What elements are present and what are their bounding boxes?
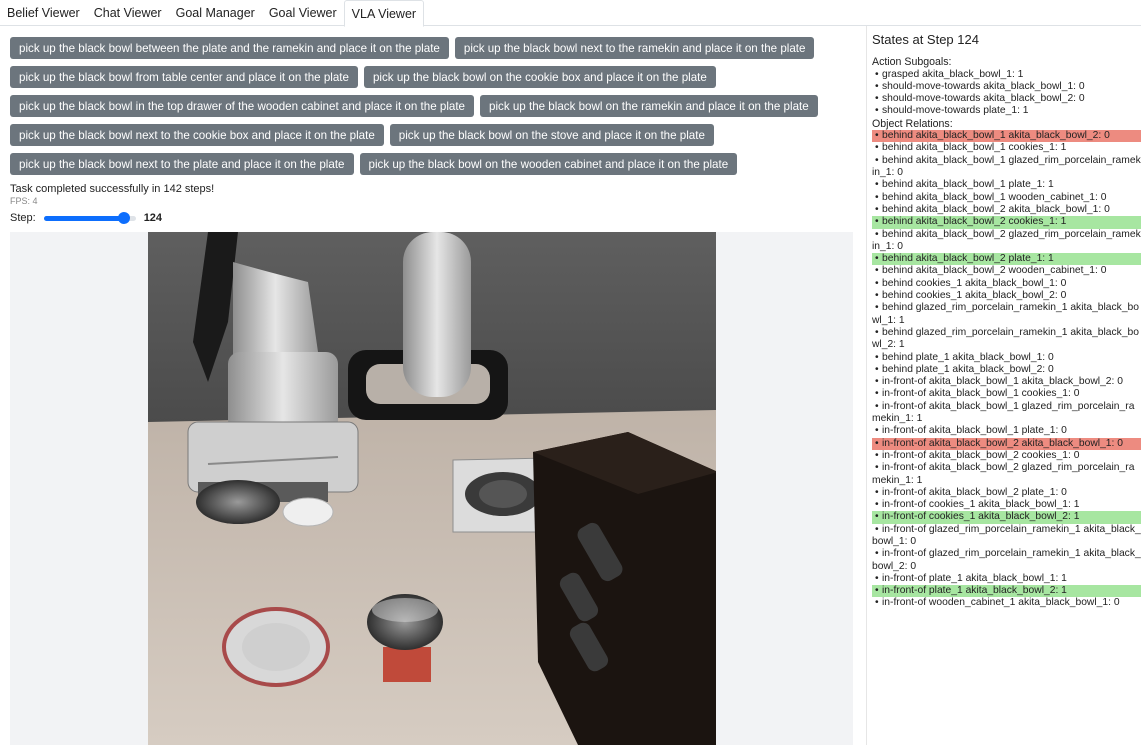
relation-item: behind akita_black_bowl_2 wooden_cabinet…: [872, 265, 1141, 278]
object-relations-title: Object Relations:: [872, 117, 953, 130]
task-button-grid: pick up the black bowl between the plate…: [10, 37, 850, 182]
relation-item: behind cookies_1 akita_black_bowl_2: 0: [872, 290, 1141, 303]
relation-item: behind akita_black_bowl_2 glazed_rim_por…: [872, 229, 1141, 254]
relation-item: in-front-of plate_1 akita_black_bowl_2: …: [872, 585, 1141, 598]
task-button[interactable]: pick up the black bowl on the cookie box…: [363, 66, 716, 88]
subgoal-item: should-move-towards plate_1: 1: [872, 105, 1141, 118]
relation-item: in-front-of akita_black_bowl_1 cookies_1…: [872, 388, 1141, 401]
relation-item: in-front-of akita_black_bowl_1 akita_bla…: [872, 376, 1141, 389]
tab-goal-viewer[interactable]: Goal Viewer: [262, 0, 344, 26]
state-panel: States at Step 124 Action Subgoals: gras…: [866, 26, 1141, 745]
relation-item: behind akita_black_bowl_2 cookies_1: 1: [872, 216, 1141, 229]
action-subgoals-list: grasped akita_black_bowl_1: 1should-move…: [872, 69, 1141, 118]
step-label: Step:: [10, 212, 36, 224]
tab-vla-viewer[interactable]: VLA Viewer: [343, 0, 425, 27]
relation-item: behind akita_black_bowl_1 plate_1: 1: [872, 179, 1141, 192]
relation-item: behind plate_1 akita_black_bowl_1: 0: [872, 352, 1141, 365]
relation-item: in-front-of akita_black_bowl_1 glazed_ri…: [872, 401, 1141, 426]
task-row: pick up the black bowl from table center…: [10, 66, 850, 88]
subgoal-item: grasped akita_black_bowl_1: 1: [872, 69, 1141, 82]
relation-item: behind akita_black_bowl_1 wooden_cabinet…: [872, 192, 1141, 205]
action-subgoals-title: Action Subgoals:: [872, 56, 952, 68]
relation-item: behind cookies_1 akita_black_bowl_1: 0: [872, 278, 1141, 291]
relation-item: in-front-of glazed_rim_porcelain_ramekin…: [872, 524, 1141, 549]
relation-item: behind akita_black_bowl_1 akita_black_bo…: [872, 130, 1141, 143]
relation-item: in-front-of akita_black_bowl_2 plate_1: …: [872, 487, 1141, 500]
relation-item: in-front-of wooden_cabinet_1 akita_black…: [872, 597, 1141, 610]
task-status: Task completed successfully in 142 steps…: [10, 183, 215, 195]
fps-readout: FPS: 4: [10, 196, 38, 206]
step-value: 124: [143, 212, 163, 224]
relation-item: behind glazed_rim_porcelain_ramekin_1 ak…: [872, 327, 1141, 352]
task-row: pick up the black bowl between the plate…: [10, 37, 850, 59]
relation-item: behind akita_black_bowl_2 akita_black_bo…: [872, 204, 1141, 217]
relation-item: in-front-of cookies_1 akita_black_bowl_1…: [872, 499, 1141, 512]
relation-item: behind plate_1 akita_black_bowl_2: 0: [872, 364, 1141, 377]
relation-item: in-front-of plate_1 akita_black_bowl_1: …: [872, 573, 1141, 586]
relation-item: in-front-of akita_black_bowl_1 plate_1: …: [872, 425, 1141, 438]
simulation-viewport: [10, 232, 853, 745]
tab-goal-manager[interactable]: Goal Manager: [169, 0, 262, 26]
task-button[interactable]: pick up the black bowl from table center…: [10, 66, 358, 88]
step-slider-fill: [43, 216, 124, 221]
task-button[interactable]: pick up the black bowl next to the ramek…: [454, 37, 815, 59]
relation-item: behind akita_black_bowl_1 glazed_rim_por…: [872, 155, 1141, 180]
subgoal-item: should-move-towards akita_black_bowl_1: …: [872, 81, 1141, 94]
relation-item: in-front-of cookies_1 akita_black_bowl_2…: [872, 511, 1141, 524]
task-button[interactable]: pick up the black bowl between the plate…: [10, 37, 449, 59]
relation-item: in-front-of akita_black_bowl_2 glazed_ri…: [872, 462, 1141, 487]
task-button[interactable]: pick up the black bowl in the top drawer…: [10, 95, 475, 117]
step-slider-thumb[interactable]: [118, 212, 130, 224]
tab-belief-viewer[interactable]: Belief Viewer: [0, 0, 87, 26]
relation-item: in-front-of akita_black_bowl_2 akita_bla…: [872, 437, 1141, 450]
task-button[interactable]: pick up the black bowl next to the plate…: [10, 153, 354, 175]
task-button[interactable]: pick up the black bowl on the stove and …: [389, 124, 714, 146]
object-relations-list: behind akita_black_bowl_1 akita_black_bo…: [872, 130, 1141, 610]
task-row: pick up the black bowl next to the cooki…: [10, 124, 850, 146]
state-panel-title: States at Step 124: [872, 32, 979, 47]
robot-scene-image: [148, 232, 716, 745]
task-row: pick up the black bowl next to the plate…: [10, 153, 850, 175]
task-row: pick up the black bowl in the top drawer…: [10, 95, 850, 117]
step-slider[interactable]: [43, 211, 136, 225]
relation-item: behind akita_black_bowl_1 cookies_1: 1: [872, 142, 1141, 155]
task-button[interactable]: pick up the black bowl next to the cooki…: [10, 124, 384, 146]
simulation-frame: [148, 232, 716, 745]
relation-item: behind glazed_rim_porcelain_ramekin_1 ak…: [872, 302, 1141, 327]
subgoal-item: should-move-towards akita_black_bowl_2: …: [872, 93, 1141, 106]
relation-item: in-front-of akita_black_bowl_2 cookies_1…: [872, 450, 1141, 463]
step-control: Step: 124: [10, 211, 162, 225]
task-button[interactable]: pick up the black bowl on the wooden cab…: [359, 153, 738, 175]
task-button[interactable]: pick up the black bowl on the ramekin an…: [480, 95, 818, 117]
relation-item: behind akita_black_bowl_2 plate_1: 1: [872, 253, 1141, 266]
viewer-tabs: Belief Viewer Chat Viewer Goal Manager G…: [0, 0, 1141, 27]
relation-item: in-front-of glazed_rim_porcelain_ramekin…: [872, 548, 1141, 573]
tab-chat-viewer[interactable]: Chat Viewer: [87, 0, 169, 26]
